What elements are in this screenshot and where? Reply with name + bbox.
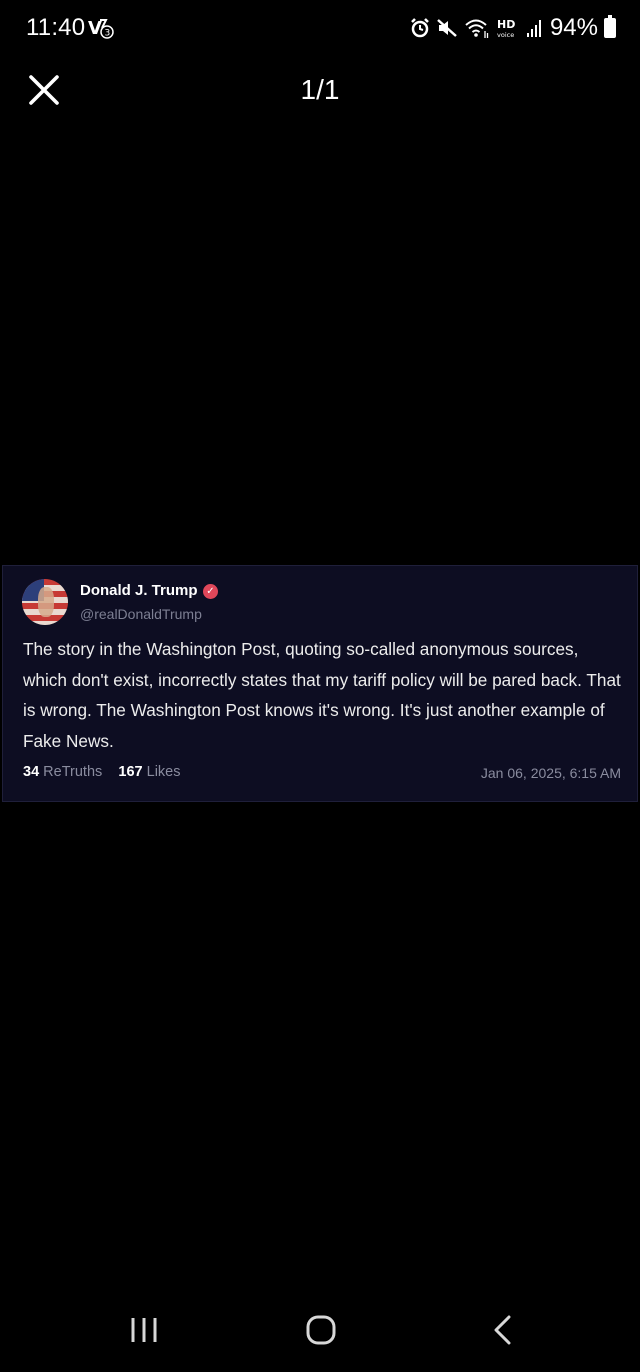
wifi-icon <box>465 19 489 38</box>
post-stats: 34 ReTruths 167 Likes <box>23 764 180 780</box>
battery-percent: 94% <box>549 14 598 41</box>
likes-label: Likes <box>146 764 181 780</box>
alarm-icon <box>411 18 429 38</box>
post-body: The story in the Washington Post, quotin… <box>23 639 621 751</box>
likes-count: 167 <box>118 764 143 780</box>
carrier-icon: V 3 <box>88 18 114 39</box>
svg-text:voice: voice <box>497 31 514 39</box>
page-counter: 1/1 <box>300 74 340 105</box>
image-viewer-screen: 11:40 V 3 HD voice 94% 1/1 Donald J. Tru… <box>0 0 640 1372</box>
status-icons: HD voice 94% <box>410 14 616 42</box>
svg-text:V: V <box>88 18 102 39</box>
retruths-count: 34 <box>23 764 40 780</box>
mute-icon <box>437 19 457 37</box>
status-time: 11:40 <box>26 14 86 41</box>
viewer-toolbar: 1/1 <box>0 60 640 120</box>
battery-icon <box>604 15 616 38</box>
signal-icon <box>526 20 541 37</box>
avatar <box>22 579 68 625</box>
recents-icon[interactable] <box>128 1314 160 1346</box>
retruths-label: ReTruths <box>43 764 103 780</box>
svg-text:HD: HD <box>497 18 515 31</box>
status-bar: 11:40 V 3 HD voice 94% <box>0 0 640 56</box>
navigation-bar <box>0 1300 640 1360</box>
post-date: Jan 06, 2025, 6:15 AM <box>480 765 621 781</box>
author-handle: @realDonaldTrump <box>80 606 202 622</box>
home-icon[interactable] <box>304 1314 338 1346</box>
author-name: Donald J. Trump <box>80 582 198 599</box>
hd-voice-icon: HD voice <box>497 18 515 39</box>
back-icon[interactable] <box>488 1314 518 1346</box>
svg-text:3: 3 <box>105 29 111 39</box>
post-card-image[interactable]: Donald J. Trump ✓ @realDonaldTrump The s… <box>2 565 638 802</box>
verified-badge-icon: ✓ <box>203 584 218 599</box>
